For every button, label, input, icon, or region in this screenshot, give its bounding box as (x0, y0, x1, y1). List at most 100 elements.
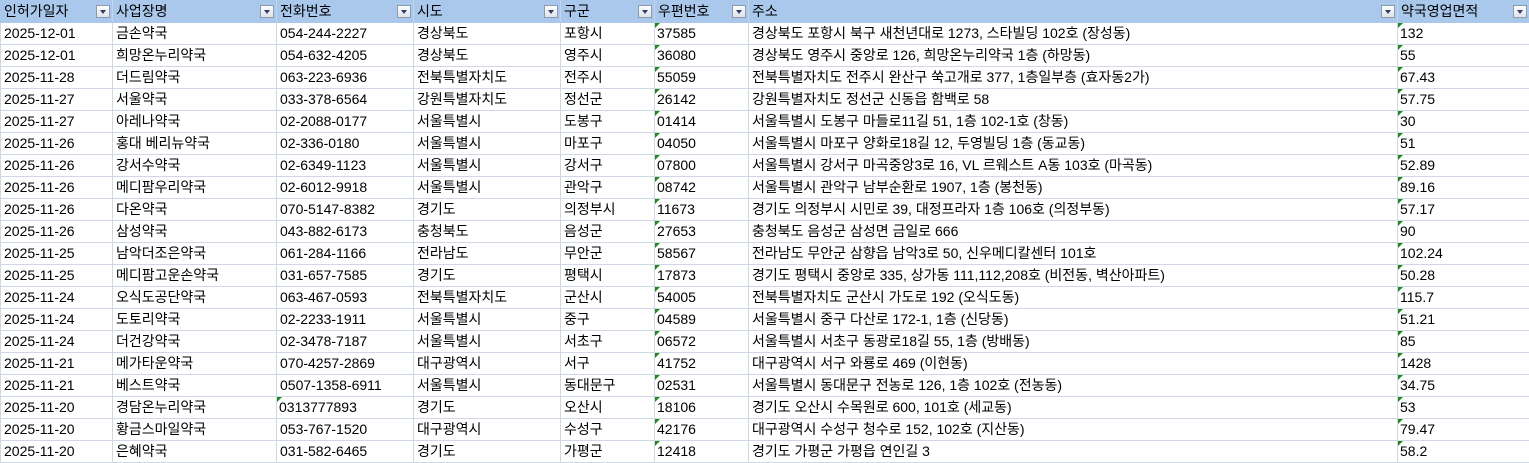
cell-postal-code[interactable]: 01414 (654, 110, 749, 133)
cell-permit-date[interactable]: 2025-11-20 (0, 418, 113, 441)
cell-district[interactable]: 음성군 (560, 220, 655, 243)
cell-pharmacy-area[interactable]: 51.21 (1397, 308, 1529, 331)
cell-district[interactable]: 서구 (560, 352, 655, 375)
cell-postal-code[interactable]: 02531 (654, 374, 749, 397)
cell-business-name[interactable]: 삼성약국 (112, 220, 277, 243)
cell-postal-code[interactable]: 07800 (654, 154, 749, 177)
filter-dropdown-icon[interactable] (1381, 5, 1395, 18)
cell-address[interactable]: 경기도 의정부시 시민로 39, 대정프라자 1층 106호 (의정부동) (748, 198, 1398, 221)
cell-business-name[interactable]: 금손약국 (112, 22, 277, 45)
cell-district[interactable]: 동대문구 (560, 374, 655, 397)
cell-district[interactable]: 도봉구 (560, 110, 655, 133)
cell-business-name[interactable]: 아레나약국 (112, 110, 277, 133)
cell-business-name[interactable]: 은혜약국 (112, 440, 277, 463)
cell-phone[interactable]: 061-284-1166 (276, 242, 414, 265)
cell-province[interactable]: 서울특별시 (413, 308, 561, 331)
cell-business-name[interactable]: 희망온누리약국 (112, 44, 277, 67)
cell-pharmacy-area[interactable]: 89.16 (1397, 176, 1529, 199)
filter-dropdown-icon[interactable] (96, 5, 110, 18)
filter-dropdown-icon[interactable] (260, 5, 274, 18)
cell-postal-code[interactable]: 37585 (654, 22, 749, 45)
cell-district[interactable]: 포항시 (560, 22, 655, 45)
cell-district[interactable]: 평택시 (560, 264, 655, 287)
column-header-pharmacy-area[interactable]: 약국영업면적 (1397, 0, 1529, 23)
cell-pharmacy-area[interactable]: 57.17 (1397, 198, 1529, 221)
cell-postal-code[interactable]: 11673 (654, 198, 749, 221)
cell-address[interactable]: 서울특별시 중구 다산로 172-1, 1층 (신당동) (748, 308, 1398, 331)
cell-permit-date[interactable]: 2025-11-20 (0, 396, 113, 419)
cell-permit-date[interactable]: 2025-11-24 (0, 308, 113, 331)
cell-province[interactable]: 경상북도 (413, 22, 561, 45)
column-header-phone[interactable]: 전화번호 (276, 0, 414, 23)
cell-business-name[interactable]: 다온약국 (112, 198, 277, 221)
cell-address[interactable]: 전북특별자치도 군산시 가도로 192 (오식도동) (748, 286, 1398, 309)
cell-permit-date[interactable]: 2025-11-26 (0, 154, 113, 177)
cell-phone[interactable]: 02-6349-1123 (276, 154, 414, 177)
cell-district[interactable]: 영주시 (560, 44, 655, 67)
cell-phone[interactable]: 031-582-6465 (276, 440, 414, 463)
cell-province[interactable]: 서울특별시 (413, 374, 561, 397)
cell-pharmacy-area[interactable]: 53 (1397, 396, 1529, 419)
cell-pharmacy-area[interactable]: 58.2 (1397, 440, 1529, 463)
cell-province[interactable]: 경기도 (413, 396, 561, 419)
cell-phone[interactable]: 070-5147-8382 (276, 198, 414, 221)
cell-business-name[interactable]: 강서수약국 (112, 154, 277, 177)
cell-address[interactable]: 대구광역시 서구 와룡로 469 (이현동) (748, 352, 1398, 375)
cell-district[interactable]: 중구 (560, 308, 655, 331)
cell-province[interactable]: 서울특별시 (413, 330, 561, 353)
cell-permit-date[interactable]: 2025-11-28 (0, 66, 113, 89)
cell-phone[interactable]: 053-767-1520 (276, 418, 414, 441)
column-header-business-name[interactable]: 사업장명 (112, 0, 277, 23)
cell-province[interactable]: 전북특별자치도 (413, 286, 561, 309)
cell-postal-code[interactable]: 04589 (654, 308, 749, 331)
cell-phone[interactable]: 054-632-4205 (276, 44, 414, 67)
cell-province[interactable]: 서울특별시 (413, 132, 561, 155)
cell-pharmacy-area[interactable]: 102.24 (1397, 242, 1529, 265)
cell-business-name[interactable]: 오식도공단약국 (112, 286, 277, 309)
cell-phone[interactable]: 063-467-0593 (276, 286, 414, 309)
filter-dropdown-icon[interactable] (1513, 5, 1527, 18)
cell-phone[interactable]: 063-223-6936 (276, 66, 414, 89)
filter-dropdown-icon[interactable] (544, 5, 558, 18)
cell-pharmacy-area[interactable]: 1428 (1397, 352, 1529, 375)
cell-district[interactable]: 강서구 (560, 154, 655, 177)
cell-pharmacy-area[interactable]: 85 (1397, 330, 1529, 353)
cell-pharmacy-area[interactable]: 90 (1397, 220, 1529, 243)
cell-province[interactable]: 경기도 (413, 264, 561, 287)
cell-permit-date[interactable]: 2025-11-27 (0, 88, 113, 111)
cell-phone[interactable]: 070-4257-2869 (276, 352, 414, 375)
cell-district[interactable]: 서초구 (560, 330, 655, 353)
cell-permit-date[interactable]: 2025-11-21 (0, 374, 113, 397)
cell-pharmacy-area[interactable]: 57.75 (1397, 88, 1529, 111)
cell-province[interactable]: 강원특별자치도 (413, 88, 561, 111)
cell-business-name[interactable]: 메디팜고운손약국 (112, 264, 277, 287)
cell-postal-code[interactable]: 08742 (654, 176, 749, 199)
cell-address[interactable]: 서울특별시 동대문구 전농로 126, 1층 102호 (전농동) (748, 374, 1398, 397)
cell-phone[interactable]: 033-378-6564 (276, 88, 414, 111)
cell-address[interactable]: 전라남도 무안군 삼향읍 남악3로 50, 신우메디칼센터 101호 (748, 242, 1398, 265)
cell-province[interactable]: 대구광역시 (413, 418, 561, 441)
cell-province[interactable]: 서울특별시 (413, 154, 561, 177)
cell-phone[interactable]: 02-6012-9918 (276, 176, 414, 199)
cell-pharmacy-area[interactable]: 132 (1397, 22, 1529, 45)
cell-address[interactable]: 경기도 오산시 수목원로 600, 101호 (세교동) (748, 396, 1398, 419)
cell-address[interactable]: 대구광역시 수성구 청수로 152, 102호 (지산동) (748, 418, 1398, 441)
cell-business-name[interactable]: 홍대 베리뉴약국 (112, 132, 277, 155)
cell-district[interactable]: 정선군 (560, 88, 655, 111)
cell-pharmacy-area[interactable]: 55 (1397, 44, 1529, 67)
cell-province[interactable]: 전북특별자치도 (413, 66, 561, 89)
cell-province[interactable]: 대구광역시 (413, 352, 561, 375)
column-header-permit-date[interactable]: 인허가일자 (0, 0, 113, 23)
cell-permit-date[interactable]: 2025-11-25 (0, 264, 113, 287)
cell-address[interactable]: 경상북도 영주시 중앙로 126, 희망온누리약국 1층 (하망동) (748, 44, 1398, 67)
cell-district[interactable]: 마포구 (560, 132, 655, 155)
cell-postal-code[interactable]: 36080 (654, 44, 749, 67)
cell-province[interactable]: 경상북도 (413, 44, 561, 67)
cell-province[interactable]: 서울특별시 (413, 110, 561, 133)
cell-province[interactable]: 전라남도 (413, 242, 561, 265)
cell-postal-code[interactable]: 04050 (654, 132, 749, 155)
column-header-postal-code[interactable]: 우편번호 (654, 0, 749, 23)
cell-phone[interactable]: 02-2088-0177 (276, 110, 414, 133)
cell-permit-date[interactable]: 2025-11-20 (0, 440, 113, 463)
cell-address[interactable]: 경기도 가평군 가평읍 연인길 3 (748, 440, 1398, 463)
